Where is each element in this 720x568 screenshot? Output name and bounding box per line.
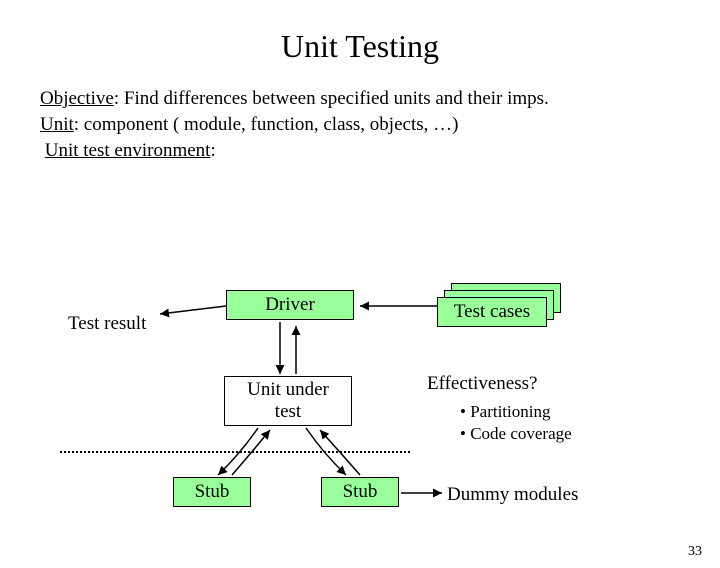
page-number: 33 [688, 544, 702, 560]
dummy-modules-label: Dummy modules [447, 484, 578, 506]
bullet-partitioning: • Partitioning [460, 401, 550, 424]
test-cases-box: Test cases [437, 297, 547, 327]
effectiveness-label: Effectiveness? [427, 373, 537, 395]
driver-box: Driver [226, 290, 354, 320]
bullet-code-coverage: • Code coverage [460, 423, 572, 446]
stub-box-left: Stub [173, 477, 251, 507]
stub-box-right: Stub [321, 477, 399, 507]
test-result-label: Test result [68, 313, 146, 335]
diagram-stage: Test result Driver Test cases Unit under… [0, 28, 720, 568]
boundary-line [60, 451, 410, 453]
unit-under-test-box: Unit under test [224, 376, 352, 426]
